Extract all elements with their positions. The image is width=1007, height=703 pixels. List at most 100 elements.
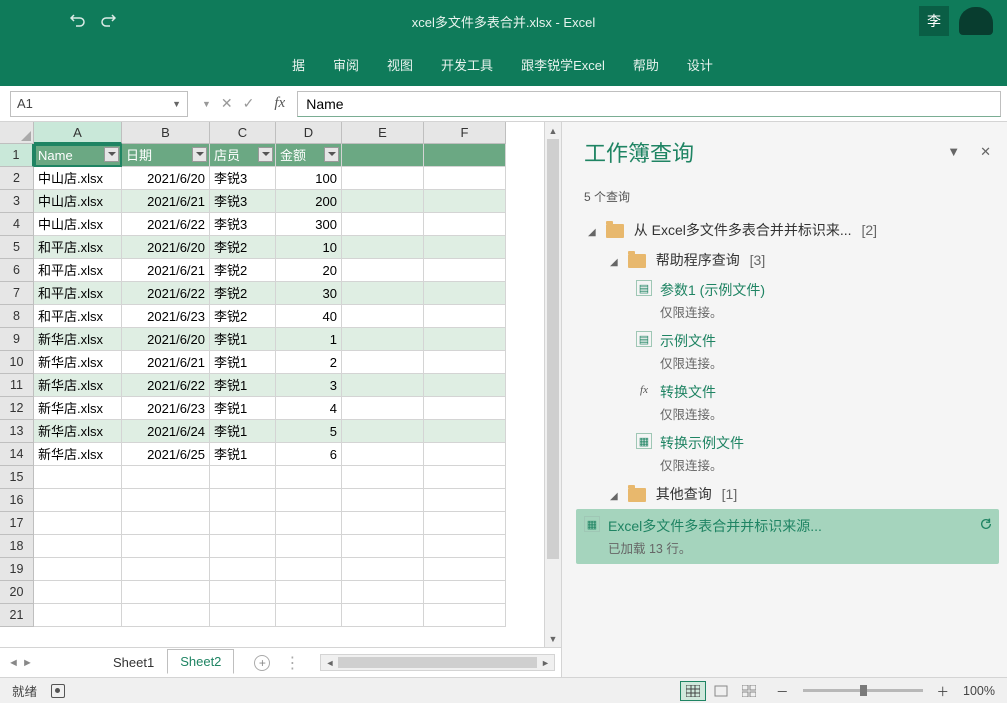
scroll-right-icon[interactable]: ► xyxy=(537,655,554,670)
cell[interactable] xyxy=(424,535,506,558)
tree-group[interactable]: ◢ 从 Excel多文件多表合并并标识来... [2] xyxy=(584,215,991,245)
row-header[interactable]: 14 xyxy=(0,443,34,466)
cell[interactable] xyxy=(424,604,506,627)
cell[interactable]: 200 xyxy=(276,190,342,213)
cell[interactable] xyxy=(424,512,506,535)
query-item[interactable]: fx转换文件仅限连接。 xyxy=(584,377,991,428)
cell[interactable]: 2021/6/20 xyxy=(122,328,210,351)
cell[interactable]: 2021/6/21 xyxy=(122,351,210,374)
cell[interactable]: 李锐1 xyxy=(210,443,276,466)
cell[interactable] xyxy=(342,328,424,351)
select-all-button[interactable] xyxy=(0,122,34,144)
cell[interactable] xyxy=(276,489,342,512)
filter-dropdown-icon[interactable] xyxy=(324,147,339,162)
cell[interactable]: 2021/6/21 xyxy=(122,190,210,213)
cell[interactable] xyxy=(342,282,424,305)
cell[interactable]: 4 xyxy=(276,397,342,420)
ribbon-tab[interactable]: 设计 xyxy=(675,47,725,82)
cell[interactable] xyxy=(342,397,424,420)
zoom-out-button[interactable]: － xyxy=(776,681,789,700)
zoom-level[interactable]: 100% xyxy=(963,684,995,698)
cell[interactable] xyxy=(342,374,424,397)
cell[interactable]: 和平店.xlsx xyxy=(34,259,122,282)
cell[interactable]: 和平店.xlsx xyxy=(34,282,122,305)
column-header[interactable]: C xyxy=(210,122,276,144)
cell[interactable] xyxy=(342,190,424,213)
cell[interactable]: 李锐1 xyxy=(210,374,276,397)
column-header[interactable]: D xyxy=(276,122,342,144)
row-header[interactable]: 8 xyxy=(0,305,34,328)
scroll-thumb[interactable] xyxy=(338,657,537,668)
cell[interactable]: 3 xyxy=(276,374,342,397)
ribbon-tab[interactable]: 帮助 xyxy=(621,47,671,82)
page-layout-view-button[interactable] xyxy=(708,681,734,701)
chevron-down-icon[interactable]: ▼ xyxy=(172,99,181,109)
cell[interactable] xyxy=(276,604,342,627)
scroll-thumb[interactable] xyxy=(547,139,559,559)
cell[interactable] xyxy=(424,420,506,443)
filter-dropdown-icon[interactable] xyxy=(258,147,273,162)
cell[interactable] xyxy=(276,535,342,558)
cell[interactable] xyxy=(424,167,506,190)
cell[interactable] xyxy=(342,213,424,236)
cell[interactable] xyxy=(342,144,424,167)
query-item[interactable]: ▦转换示例文件仅限连接。 xyxy=(584,428,991,479)
user-avatar[interactable]: 李 xyxy=(919,6,949,36)
cell[interactable] xyxy=(342,167,424,190)
row-header[interactable]: 11 xyxy=(0,374,34,397)
add-sheet-button[interactable]: + xyxy=(254,655,270,671)
cell[interactable] xyxy=(34,489,122,512)
row-header[interactable]: 12 xyxy=(0,397,34,420)
sheet-nav[interactable]: ◄ ► xyxy=(8,657,33,669)
row-header[interactable]: 16 xyxy=(0,489,34,512)
collapse-icon[interactable]: ◢ xyxy=(610,491,624,502)
cell[interactable] xyxy=(276,466,342,489)
query-item-selected[interactable]: ▦ Excel多文件多表合并并标识来源... 已加载 13 行。 xyxy=(576,509,999,564)
row-header[interactable]: 7 xyxy=(0,282,34,305)
cell[interactable] xyxy=(424,259,506,282)
name-box[interactable]: A1 ▼ xyxy=(10,91,188,117)
cell[interactable] xyxy=(122,558,210,581)
scroll-left-icon[interactable]: ◄ xyxy=(321,655,338,670)
page-break-view-button[interactable] xyxy=(736,681,762,701)
ribbon-tab[interactable]: 审阅 xyxy=(321,47,371,82)
row-header[interactable]: 15 xyxy=(0,466,34,489)
cell[interactable]: 2 xyxy=(276,351,342,374)
zoom-slider[interactable] xyxy=(803,689,923,692)
cell[interactable] xyxy=(34,558,122,581)
cell[interactable] xyxy=(34,604,122,627)
cell[interactable]: 1 xyxy=(276,328,342,351)
cell[interactable] xyxy=(122,581,210,604)
row-header[interactable]: 13 xyxy=(0,420,34,443)
chevron-down-icon[interactable]: ▼ xyxy=(202,99,211,109)
cell[interactable] xyxy=(424,144,506,167)
cell[interactable] xyxy=(424,213,506,236)
cell[interactable] xyxy=(342,489,424,512)
row-header[interactable]: 17 xyxy=(0,512,34,535)
row-header[interactable]: 20 xyxy=(0,581,34,604)
chevron-down-icon[interactable]: ▼ xyxy=(947,144,960,160)
row-header[interactable]: 3 xyxy=(0,190,34,213)
cell[interactable]: 2021/6/22 xyxy=(122,282,210,305)
cell[interactable]: 2021/6/25 xyxy=(122,443,210,466)
cell[interactable]: 新华店.xlsx xyxy=(34,443,122,466)
column-header[interactable]: E xyxy=(342,122,424,144)
column-header[interactable]: A xyxy=(34,122,122,144)
cell[interactable] xyxy=(342,512,424,535)
cell[interactable] xyxy=(342,581,424,604)
ribbon-tab[interactable]: 跟李锐学Excel xyxy=(509,47,617,82)
cell[interactable]: 20 xyxy=(276,259,342,282)
row-header[interactable]: 10 xyxy=(0,351,34,374)
cell[interactable]: 和平店.xlsx xyxy=(34,305,122,328)
cell[interactable]: 2021/6/22 xyxy=(122,374,210,397)
cell[interactable]: 李锐3 xyxy=(210,213,276,236)
cell[interactable] xyxy=(424,305,506,328)
cell[interactable] xyxy=(424,466,506,489)
cell[interactable] xyxy=(276,581,342,604)
cell[interactable] xyxy=(342,420,424,443)
refresh-icon[interactable] xyxy=(979,517,993,531)
sheet-tab[interactable]: Sheet2 xyxy=(167,649,234,674)
cell[interactable] xyxy=(276,512,342,535)
cell[interactable]: 中山店.xlsx xyxy=(34,167,122,190)
cell[interactable]: 40 xyxy=(276,305,342,328)
